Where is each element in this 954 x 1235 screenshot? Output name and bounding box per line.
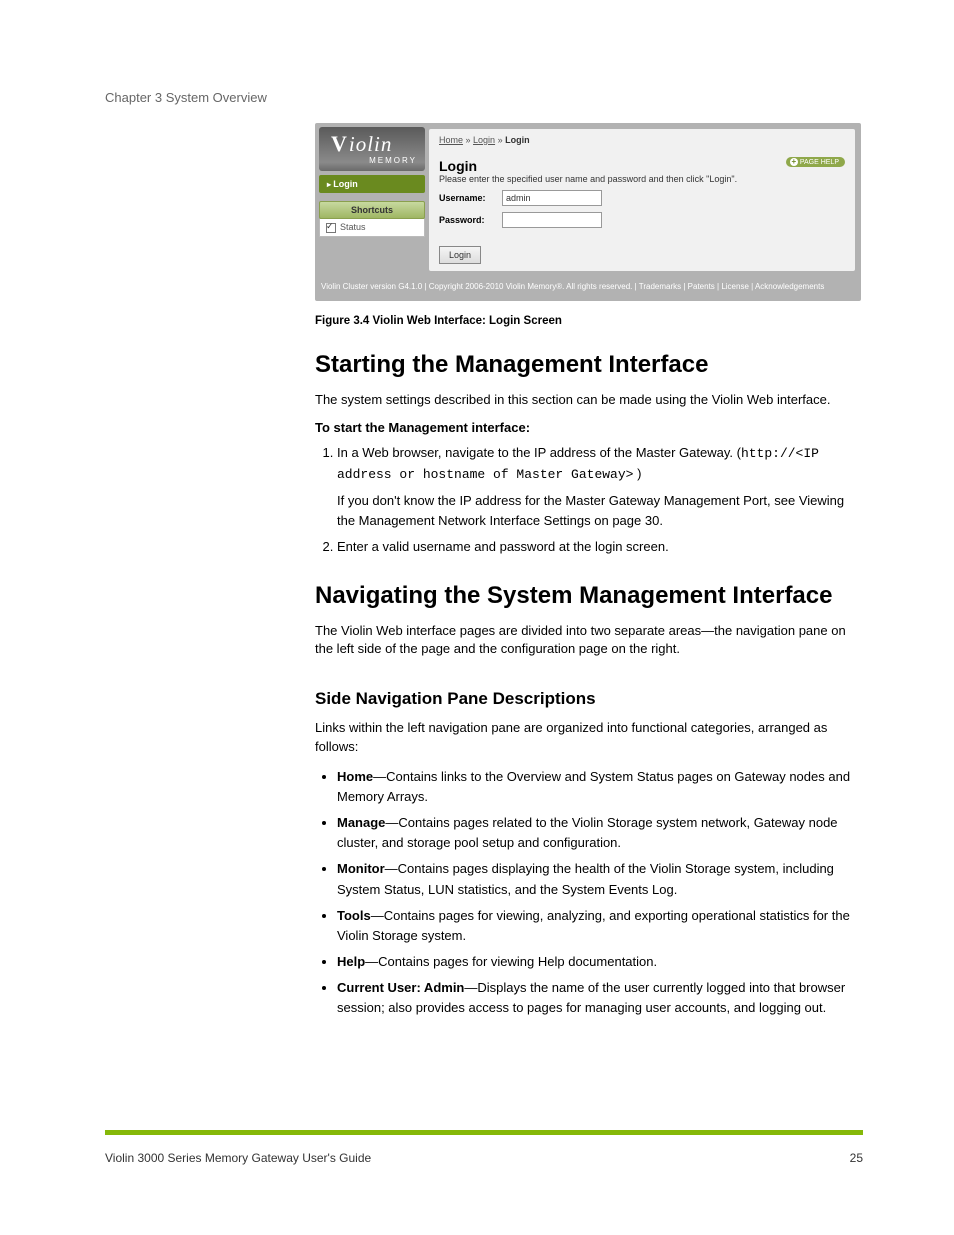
sidebar-shortcuts-header: Shortcuts — [319, 201, 425, 219]
content-panel: Home » Login » Login PAGE HELP Login Ple… — [429, 129, 855, 271]
screenshot-footer: Violin Cluster version G4.1.0 | Copyrigh… — [321, 282, 855, 291]
password-field[interactable] — [502, 212, 602, 228]
nav-item-desc: —Contains pages for viewing Help documen… — [365, 954, 657, 969]
figure-caption: Figure 3.4 Violin Web Interface: Login S… — [315, 315, 863, 327]
step-2: Enter a valid username and password at t… — [337, 537, 863, 557]
nav-item-desc: —Contains links to the Overview and Syst… — [337, 769, 850, 804]
step-1: In a Web browser, navigate to the IP add… — [337, 443, 863, 532]
step-1-body: If you don't know the IP address for the… — [337, 493, 799, 508]
login-screenshot: iolin MEMORY Not Logged In Login Help Lo… — [315, 123, 861, 301]
breadcrumb-home[interactable]: Home — [439, 135, 463, 145]
nav-item-list: Home—Contains links to the Overview and … — [315, 767, 863, 1019]
breadcrumb: Home » Login » Login — [439, 133, 845, 148]
nav-item-desc: —Contains pages for viewing, analyzing, … — [337, 908, 850, 943]
nav-item-label: Tools — [337, 908, 371, 923]
breadcrumb-current: Login — [505, 135, 530, 145]
side-nav-heading: Side Navigation Pane Descriptions — [315, 689, 863, 709]
nav-item-label: Manage — [337, 815, 385, 830]
section-heading: Starting the Management Interface — [315, 351, 863, 379]
side-nav-paragraph: Links within the left navigation pane ar… — [315, 719, 863, 757]
username-field[interactable]: admin — [502, 190, 602, 206]
breadcrumb-login-link[interactable]: Login — [473, 135, 495, 145]
nav-item-label: Help — [337, 954, 365, 969]
footer-rule — [105, 1130, 863, 1135]
list-item: Monitor—Contains pages displaying the he… — [337, 859, 863, 899]
nav-item-desc: —Contains pages displaying the health of… — [337, 861, 834, 896]
list-item: Current User: Admin—Displays the name of… — [337, 978, 863, 1018]
footer-doc-title: Violin 3000 Series Memory Gateway User's… — [105, 1151, 371, 1165]
sidebar-shortcut-status-label: Status — [340, 222, 366, 232]
logo-text: iolin — [331, 131, 392, 157]
nav-paragraph: The Violin Web interface pages are divid… — [315, 622, 863, 660]
password-label: Password: — [439, 215, 494, 225]
intro-paragraph: The system settings described in this se… — [315, 391, 863, 410]
procedure-steps: In a Web browser, navigate to the IP add… — [315, 443, 863, 558]
list-item: Tools—Contains pages for viewing, analyz… — [337, 906, 863, 946]
step-1-text-b: ) — [633, 466, 641, 481]
page-help-button[interactable]: PAGE HELP — [786, 157, 845, 167]
list-item: Manage—Contains pages related to the Vio… — [337, 813, 863, 853]
username-label: Username: — [439, 193, 494, 203]
sidebar-shortcut-status[interactable]: Status — [319, 219, 425, 237]
nav-item-desc: —Contains pages related to the Violin St… — [337, 815, 838, 850]
procedure-lead: To start the Management interface: — [315, 420, 863, 435]
checkbox-icon — [326, 223, 336, 233]
panel-title: Login — [439, 158, 845, 174]
step-1-text-a: In a Web browser, navigate to the IP add… — [337, 445, 741, 460]
nav-item-label: Monitor — [337, 861, 385, 876]
chapter-title: Chapter 3 System Overview — [105, 90, 864, 105]
page-footer: Violin 3000 Series Memory Gateway User's… — [105, 1151, 863, 1165]
login-button[interactable]: Login — [439, 246, 481, 264]
list-item: Help—Contains pages for viewing Help doc… — [337, 952, 863, 972]
nav-item-label: Home — [337, 769, 373, 784]
nav-item-label: Current User: Admin — [337, 980, 464, 995]
step-1-body-end: . — [659, 513, 663, 528]
sidebar: Login Shortcuts Status — [319, 175, 425, 237]
panel-instruction: Please enter the specified user name and… — [439, 174, 845, 184]
footer-page-number: 25 — [850, 1151, 863, 1165]
list-item: Home—Contains links to the Overview and … — [337, 767, 863, 807]
logo-subtext: MEMORY — [369, 156, 417, 165]
logo: iolin MEMORY — [319, 127, 425, 171]
sidebar-item-login[interactable]: Login — [319, 175, 425, 193]
nav-heading: Navigating the System Management Interfa… — [315, 582, 863, 610]
